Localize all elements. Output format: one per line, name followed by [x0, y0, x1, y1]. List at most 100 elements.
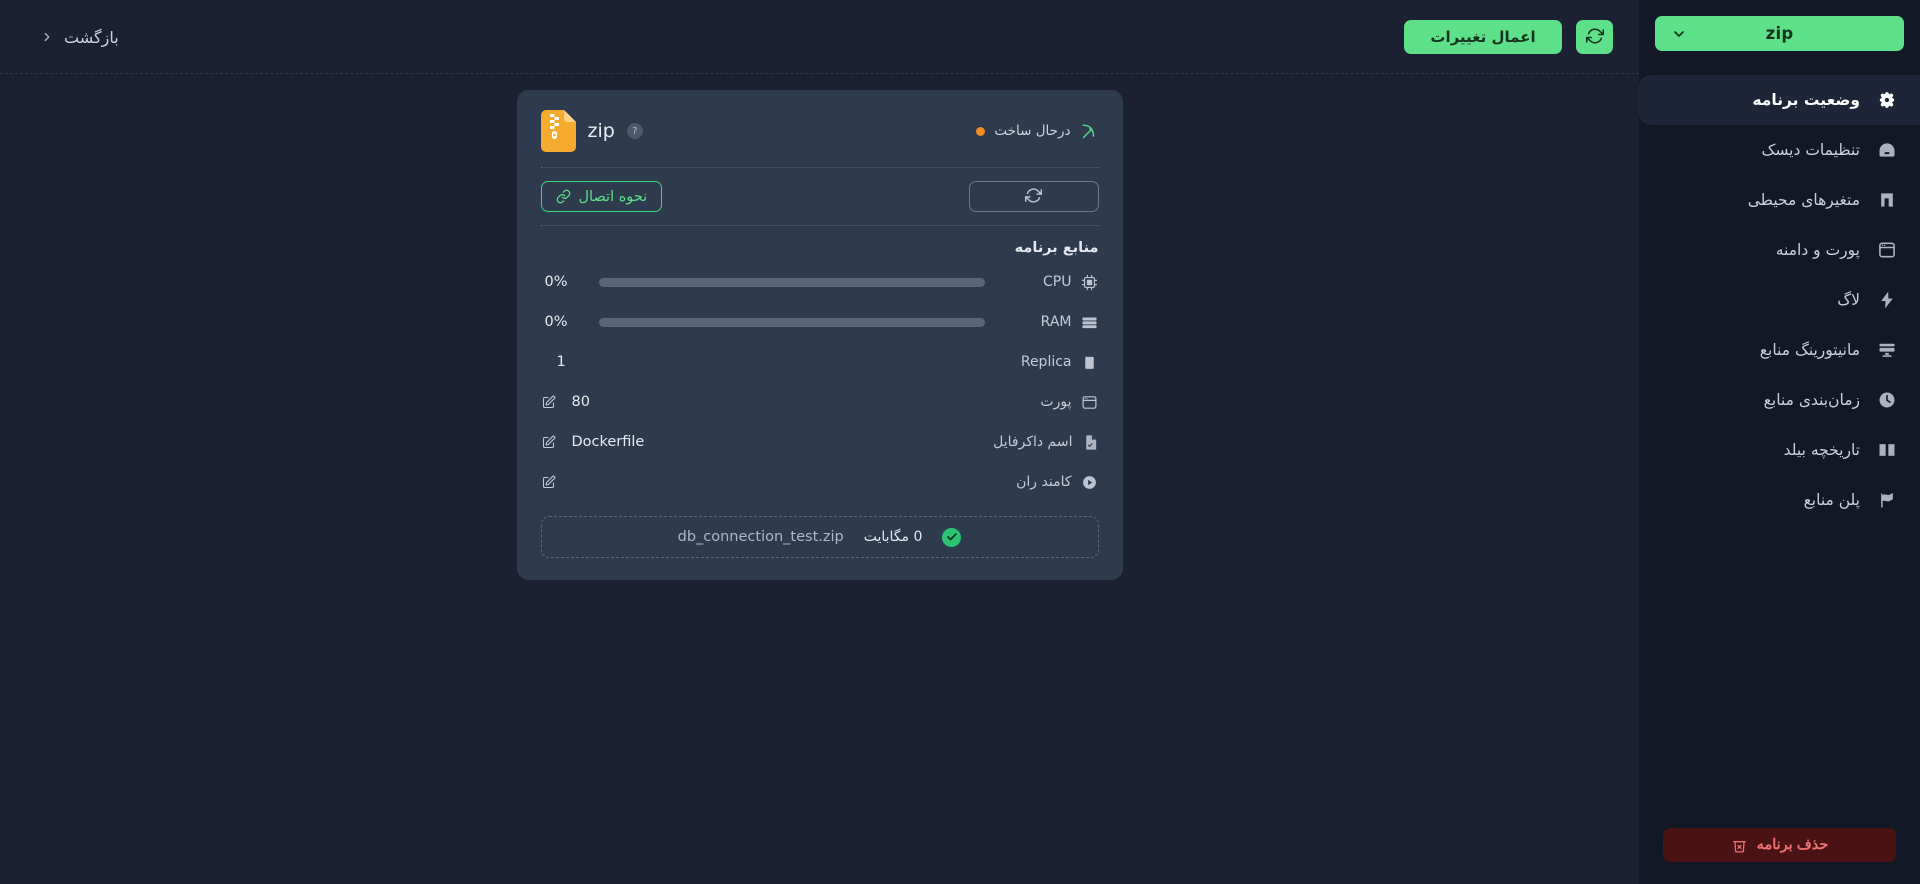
app-identity: ? zip: [540, 110, 643, 152]
book-icon: [1874, 437, 1900, 463]
card-actions: نحوه اتصال: [540, 168, 1099, 226]
edit-dockerfile-icon[interactable]: [541, 435, 556, 450]
resource-body: 0%: [541, 274, 995, 290]
sidebar-item-app-status[interactable]: وضعیت برنامه: [1639, 75, 1920, 125]
clock-icon: [1874, 387, 1900, 413]
sidebar-item-port-domain[interactable]: پورت و دامنه: [1639, 225, 1920, 275]
disk-icon: [1874, 137, 1900, 163]
play-circle-icon: [1081, 473, 1099, 491]
resource-body: [541, 475, 1011, 490]
replica-value: 1: [556, 354, 566, 370]
cpu-chip-icon: [1081, 273, 1099, 291]
ram-value: 0%: [544, 314, 568, 330]
chevron-right-icon: [40, 30, 54, 44]
resource-label: پورت: [1040, 394, 1072, 410]
dockerfile-icon: [1082, 433, 1099, 451]
back-label: بازگشت: [64, 27, 119, 47]
resource-row-cpu: CPU 0%: [541, 262, 1099, 302]
sidebar-item-label: تاریخچه بیلد: [1783, 441, 1860, 459]
ram-progress-track: [598, 317, 985, 327]
resource-label: اسم داکرفایل: [993, 434, 1073, 450]
sidebar-nav: وضعیت برنامه تنظیمات دیسک متغیرهای محیطی…: [1639, 75, 1920, 525]
refresh-icon: [1025, 187, 1042, 207]
monitor-icon: [1874, 337, 1900, 363]
port-value: 80: [571, 394, 590, 410]
resource-label: RAM: [1040, 314, 1072, 330]
topbar: اعمال تغییرات بازگشت: [0, 0, 1639, 74]
connection-info-button[interactable]: نحوه اتصال: [540, 181, 663, 212]
sidebar-item-label: پلن منابع: [1803, 491, 1860, 509]
gear-icon: [1874, 87, 1900, 113]
resource-row-ram: RAM 0%: [541, 302, 1099, 342]
reload-button[interactable]: [1576, 20, 1613, 54]
connection-label: نحوه اتصال: [578, 188, 648, 205]
build-status: درحال ساخت: [976, 122, 1098, 141]
edit-run-command-icon[interactable]: [541, 475, 556, 490]
question-mark-icon[interactable]: ?: [626, 123, 643, 139]
back-link[interactable]: بازگشت: [40, 28, 119, 47]
ram-stick-icon: [1081, 313, 1099, 331]
app-status-card: درحال ساخت ? zip نحوه اتصال منابع برنامه…: [516, 90, 1123, 580]
app-selector-label: zip: [1765, 24, 1794, 43]
sidebar-item-build-history[interactable]: تاریخچه بیلد: [1639, 425, 1920, 475]
flag-icon: [1874, 487, 1900, 513]
file-size: 0 مگابایت: [863, 529, 923, 545]
resource-body: 0%: [541, 314, 995, 330]
resource-label-group: کامند ران: [1011, 473, 1099, 491]
sidebar-item-label: پورت و دامنه: [1775, 241, 1860, 259]
card-app-name: zip: [587, 120, 615, 142]
resource-label-group: CPU: [995, 273, 1099, 291]
link-icon: [556, 189, 571, 204]
sidebar-item-resource-schedule[interactable]: زمان‌بندی منابع: [1639, 375, 1920, 425]
resource-label-group: Replica: [1011, 353, 1099, 371]
cpu-progress-track: [598, 277, 985, 287]
browser-window-icon: [1874, 237, 1900, 263]
sidebar-item-resource-plan[interactable]: پلن منابع: [1639, 475, 1920, 525]
cpu-value: 0%: [544, 274, 568, 290]
resource-label-group: اسم داکرفایل: [993, 433, 1099, 451]
sidebar-item-env-variables[interactable]: متغیرهای محیطی: [1639, 175, 1920, 225]
restart-app-button[interactable]: [968, 181, 1099, 212]
delete-app-button[interactable]: حذف برنامه: [1663, 828, 1896, 862]
sidebar-item-log[interactable]: لاگ: [1639, 275, 1920, 325]
sidebar-item-label: زمان‌بندی منابع: [1763, 391, 1860, 409]
refresh-icon: [1585, 27, 1604, 48]
status-label: درحال ساخت: [994, 123, 1071, 139]
sidebar-item-label: لاگ: [1837, 291, 1860, 309]
replica-icon: [1081, 353, 1099, 371]
resource-label-group: پورت: [1011, 393, 1099, 411]
browser-window-icon: [1081, 393, 1099, 411]
card-wrapper: درحال ساخت ? zip نحوه اتصال منابع برنامه…: [0, 74, 1639, 580]
resource-row-port: پورت 80: [541, 382, 1099, 422]
sidebar: zip وضعیت برنامه تنظیمات دیسک متغیرهای م…: [1639, 0, 1920, 884]
card-header: درحال ساخت ? zip: [540, 110, 1099, 168]
app-selector-dropdown[interactable]: zip: [1655, 16, 1904, 51]
check-circle-icon: [942, 527, 962, 547]
sidebar-item-disk-settings[interactable]: تنظیمات دیسک: [1639, 125, 1920, 175]
chevron-down-icon: [1671, 26, 1687, 42]
edit-port-icon[interactable]: [541, 395, 556, 410]
apply-changes-button[interactable]: اعمال تغییرات: [1404, 20, 1562, 54]
sidebar-item-label: متغیرهای محیطی: [1747, 191, 1860, 209]
main-content: اعمال تغییرات بازگشت درحال ساخت ? zip نح…: [0, 0, 1639, 884]
dockerfile-value: Dockerfile: [571, 434, 645, 450]
resource-row-replica: Replica 1: [541, 342, 1099, 382]
resource-label-group: RAM: [995, 313, 1099, 331]
env-variables-icon: [1874, 187, 1900, 213]
app-root: اعمال تغییرات بازگشت درحال ساخت ? zip نح…: [0, 0, 1920, 884]
status-dot: [976, 126, 986, 136]
build-pickaxe-icon: [1080, 122, 1099, 141]
resource-row-run-command: کامند ران: [541, 462, 1099, 502]
sidebar-item-resource-monitoring[interactable]: مانیتورینگ منابع: [1639, 325, 1920, 375]
uploaded-file-box[interactable]: 0 مگابایت db_connection_test.zip: [540, 516, 1099, 558]
resources-title: منابع برنامه: [1014, 240, 1099, 256]
resource-row-dockerfile: اسم داکرفایل Dockerfile: [541, 422, 1099, 462]
resource-label: Replica: [1020, 354, 1072, 370]
delete-app-label: حذف برنامه: [1756, 837, 1829, 853]
sidebar-item-label: وضعیت برنامه: [1752, 91, 1860, 109]
resource-body: Dockerfile: [541, 434, 995, 450]
lightning-icon: [1874, 287, 1900, 313]
file-name: db_connection_test.zip: [677, 529, 844, 545]
resource-label: کامند ران: [1016, 474, 1072, 490]
trash-x-icon: [1731, 837, 1748, 854]
